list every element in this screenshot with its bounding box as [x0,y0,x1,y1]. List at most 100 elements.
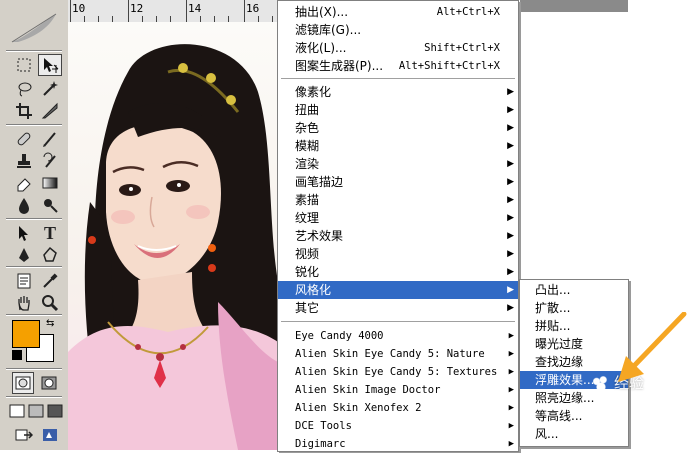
menu-item-plugin[interactable]: Alien Skin Xenofex 2 ▶ [278,399,518,417]
menu-item-filter-group[interactable]: 素描 ▶ [278,191,518,209]
menu-item-filter-group[interactable]: 像素化 ▶ [278,83,518,101]
annotation-arrow-icon [618,312,687,382]
ruler-tick-label: 12 [130,2,144,15]
notes-tool-icon[interactable] [12,270,36,292]
submenu-arrow-icon: ▶ [507,267,514,277]
submenu-item-label: 风... [535,427,559,441]
menu-item-label: 液化(L)... [295,41,347,55]
standard-mode-icon[interactable] [12,372,34,394]
submenu-arrow-icon: ▶ [508,331,514,341]
menu-item-shortcut: Alt+Ctrl+X [436,6,500,18]
menu-item-liquify[interactable]: 液化(L)... Shift+Ctrl+X [278,39,518,57]
ruler-tick-label: 16 [246,2,260,15]
foreground-color-swatch[interactable] [12,320,40,348]
screen-mode-full-icon[interactable] [46,400,64,422]
menu-item-label: 视频 [295,247,320,261]
toolbox-divider [6,314,62,316]
paw-icon [590,375,612,391]
gradient-tool-icon[interactable] [38,172,62,194]
submenu-arrow-icon: ▶ [507,231,514,241]
menu-item-filter-group[interactable]: 模糊 ▶ [278,137,518,155]
blur-tool-icon[interactable] [12,194,36,216]
submenu-item[interactable]: 凸出... [520,281,628,299]
menu-item-extract[interactable]: 抽出(X)... Alt+Ctrl+X [278,3,518,21]
menu-item-filter-group[interactable]: 渲染 ▶ [278,155,518,173]
history-brush-tool-icon[interactable] [38,150,62,172]
screen-mode-standard-icon[interactable] [8,400,26,422]
menu-item-filter-group[interactable]: 纹理 ▶ [278,209,518,227]
submenu-arrow-icon: ▶ [507,141,514,151]
submenu-arrow-icon: ▶ [508,349,514,359]
toolbox-divider [6,124,62,126]
menu-item-plugin[interactable]: Alien Skin Eye Candy 5: Textures ▶ [278,363,518,381]
submenu-arrow-icon: ▶ [507,159,514,169]
submenu-item-label: 浮雕效果... [535,373,595,387]
eyedropper-tool-icon[interactable] [38,270,62,292]
feather-icon [11,13,57,43]
custom-shape-tool-icon[interactable] [38,244,62,266]
toolbox-divider [6,396,62,398]
jump-to-imageready-icon[interactable] [12,424,36,446]
toolbox-divider [6,266,62,268]
submenu-arrow-icon: ▶ [507,87,514,97]
menu-item-label: Alien Skin Image Doctor [295,384,441,396]
menu-item-plugin[interactable]: Digimarc ▶ [278,435,518,453]
menu-item-shortcut: Alt+Shift+Ctrl+X [398,60,500,72]
menu-item-plugin[interactable]: Alien Skin Eye Candy 5: Nature ▶ [278,345,518,363]
submenu-item-label: 照亮边缘... [535,391,595,405]
menu-item-pattern-maker[interactable]: 图案生成器(P)... Alt+Shift+Ctrl+X [278,57,518,75]
menu-item-label: 滤镜库(G)... [295,23,362,37]
menu-item-filter-group[interactable]: 视频 ▶ [278,245,518,263]
move-tool-icon[interactable] [38,54,62,76]
marquee-tool-icon[interactable] [12,54,36,76]
slice-tool-icon[interactable] [38,100,62,122]
quick-mask-mode-icon[interactable] [38,372,60,394]
submenu-item-label: 等高线... [535,409,583,423]
submenu-item-label: 凸出... [535,283,571,297]
submenu-item[interactable]: 等高线... [520,407,628,425]
menu-item-label: Eye Candy 4000 [295,330,384,342]
hand-tool-icon[interactable] [12,292,36,314]
toolbox: T ⇆ [0,0,69,450]
menu-item-label: 其它 [295,301,320,315]
dodge-tool-icon[interactable] [38,194,62,216]
screen-mode-menubar-icon[interactable] [27,400,45,422]
menu-item-filter-group[interactable]: 艺术效果 ▶ [278,227,518,245]
type-tool-icon[interactable]: T [38,222,62,244]
menu-item-plugin[interactable]: Alien Skin Image Doctor ▶ [278,381,518,399]
menu-item-plugin[interactable]: DCE Tools ▶ [278,417,518,435]
toolbox-divider [6,368,62,370]
default-colors-icon[interactable] [12,350,22,360]
menu-item-label: 风格化 [295,283,332,297]
menu-item-filter-group[interactable]: 扭曲 ▶ [278,101,518,119]
menu-item-filter-group[interactable]: 风格化 ▶ [278,281,518,299]
healing-brush-tool-icon[interactable] [12,128,36,150]
menu-item-filter-group[interactable]: 其它 ▶ [278,299,518,317]
menu-item-filter-group[interactable]: 锐化 ▶ [278,263,518,281]
submenu-arrow-icon: ▶ [507,195,514,205]
menu-separator [281,321,515,322]
menu-item-plugin[interactable]: Eye Candy 4000 ▶ [278,327,518,345]
eraser-tool-icon[interactable] [12,172,36,194]
document-canvas[interactable] [68,22,278,450]
magic-wand-tool-icon[interactable] [38,78,62,100]
menu-item-filter-group[interactable]: 画笔描边 ▶ [278,173,518,191]
menu-item-label: 渲染 [295,157,320,171]
clone-stamp-tool-icon[interactable] [12,150,36,172]
imageready-logo-icon[interactable] [38,424,62,446]
path-selection-tool-icon[interactable] [12,222,36,244]
ruler-tick-label: 10 [72,2,86,15]
lasso-tool-icon[interactable] [12,78,36,100]
menu-item-filter-gallery[interactable]: 滤镜库(G)... [278,21,518,39]
menu-item-label: Alien Skin Eye Candy 5: Nature [295,348,485,360]
brush-tool-icon[interactable] [38,128,62,150]
submenu-arrow-icon: ▶ [508,421,514,431]
submenu-arrow-icon: ▶ [507,105,514,115]
menu-item-filter-group[interactable]: 杂色 ▶ [278,119,518,137]
pen-tool-icon[interactable] [12,244,36,266]
submenu-item-label: 拼贴... [535,319,571,333]
swap-colors-icon[interactable]: ⇆ [46,318,54,329]
crop-tool-icon[interactable] [12,100,36,122]
submenu-item[interactable]: 风... [520,425,628,443]
zoom-tool-icon[interactable] [38,292,62,314]
